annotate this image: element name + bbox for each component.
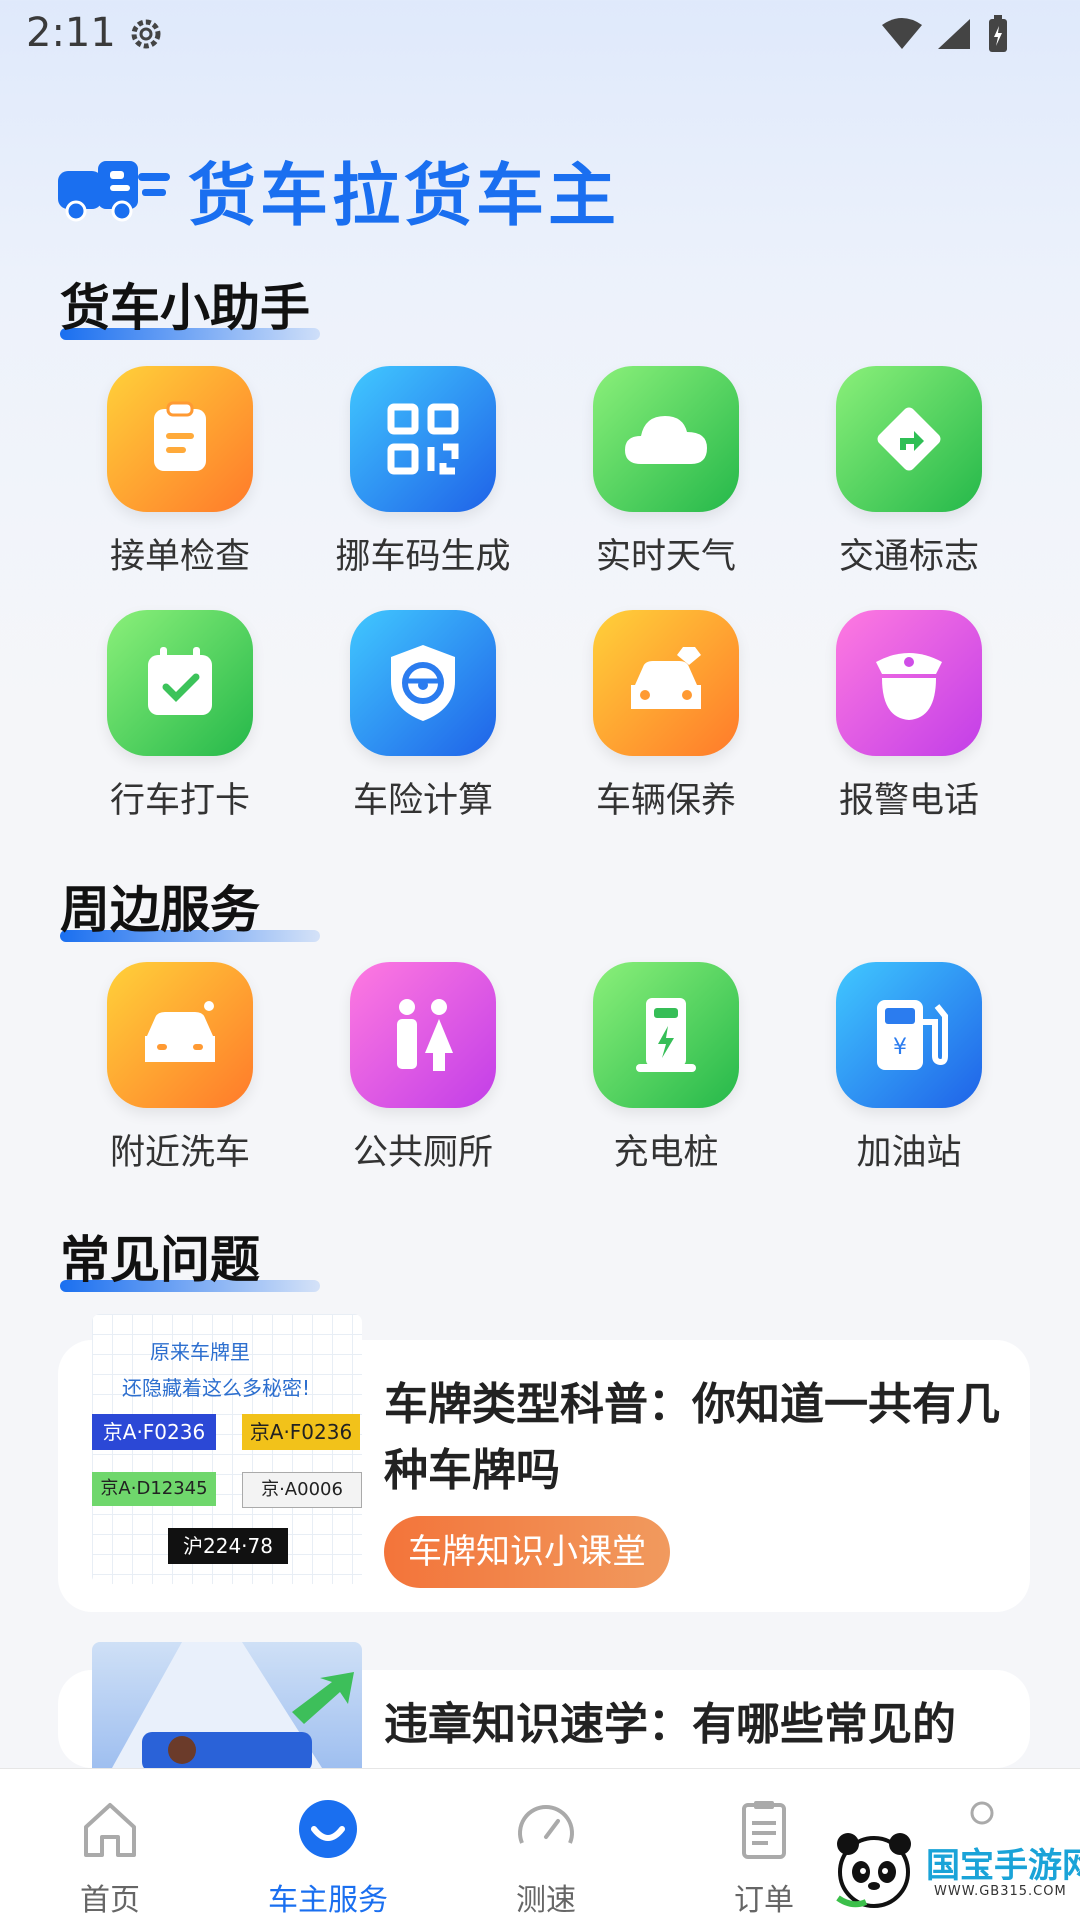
panda-logo-icon <box>836 1833 911 1908</box>
car-wash-icon <box>107 962 253 1108</box>
nearby-item-gas[interactable]: ¥ 加油站 <box>809 962 1009 1175</box>
car-care-icon <box>593 610 739 756</box>
clipboard-icon <box>107 366 253 512</box>
section-title-nearby: 周边服务 <box>60 870 320 942</box>
shield-steering-icon <box>350 610 496 756</box>
truck-logo-icon <box>58 160 170 221</box>
helper-item-order-check[interactable]: 接单检查 <box>80 366 280 579</box>
faq-card-title: 违章知识速学：有哪些常见的 <box>384 1699 956 1750</box>
helper-item-insurance[interactable]: 车险计算 <box>323 610 523 823</box>
battery-icon <box>989 15 1007 52</box>
status-time: 2:11 <box>26 10 116 56</box>
calendar-check-icon <box>107 610 253 756</box>
tab-home[interactable]: 首页 <box>20 1769 200 1919</box>
nearby-item-restroom[interactable]: 公共厕所 <box>323 962 523 1175</box>
helper-item-police[interactable]: 报警电话 <box>809 610 1009 823</box>
section-title-helper: 货车小助手 <box>60 268 320 340</box>
helper-item-checkin[interactable]: 行车打卡 <box>80 610 280 823</box>
faq-card-title: 车牌类型科普：你知道一共有几种车牌吗 <box>384 1379 1000 1496</box>
home-icon <box>84 1803 136 1857</box>
status-bar: 2:11 <box>0 0 1080 70</box>
brand-header: 货车拉货车主 <box>58 140 620 239</box>
faq-card-violations[interactable]: 违章知识速学：有哪些常见的 <box>58 1642 1030 1768</box>
app-title: 货车拉货车主 <box>188 157 621 236</box>
speedometer-icon <box>518 1805 574 1844</box>
nearby-item-car-wash[interactable]: 附近洗车 <box>80 962 280 1175</box>
faq-card-image-road <box>92 1642 362 1768</box>
helper-item-traffic-sign[interactable]: 交通标志 <box>809 366 1009 579</box>
svg-text:¥: ¥ <box>893 1035 907 1060</box>
cloud-icon <box>593 366 739 512</box>
qr-code-icon <box>350 366 496 512</box>
smile-icon <box>299 1800 357 1858</box>
order-icon <box>742 1801 786 1859</box>
faq-card-image: 原来车牌里 还隐藏着这么多秘密! 京A·F0236 京A·F0236 京A·D1… <box>92 1314 362 1584</box>
charging-station-icon <box>593 962 739 1108</box>
gas-station-icon: ¥ <box>836 962 982 1108</box>
site-watermark: 国宝手游网 WWW.GB315.COM <box>830 1826 1080 1920</box>
tab-owner-service[interactable]: 车主服务 <box>238 1769 418 1919</box>
helper-item-weather[interactable]: 实时天气 <box>566 366 766 579</box>
wifi-icon <box>882 18 922 49</box>
police-icon <box>836 610 982 756</box>
tab-speed[interactable]: 测速 <box>456 1769 636 1919</box>
restroom-icon <box>350 962 496 1108</box>
watermark-name: 国宝手游网 <box>926 1846 1080 1886</box>
helper-item-maintenance[interactable]: 车辆保养 <box>566 610 766 823</box>
signal-icon <box>938 19 970 49</box>
tab-orders[interactable]: 订单 <box>674 1769 854 1919</box>
nearby-item-charging[interactable]: 充电桩 <box>566 962 766 1175</box>
profile-dot-icon[interactable] <box>968 1799 996 1827</box>
turn-sign-icon <box>836 366 982 512</box>
gear-icon <box>131 19 161 49</box>
helper-item-qr-code[interactable]: 挪车码生成 <box>323 366 523 579</box>
watermark-url: WWW.GB315.COM <box>934 1884 1067 1899</box>
faq-card-plates[interactable]: 原来车牌里 还隐藏着这么多秘密! 京A·F0236 京A·F0236 京A·D1… <box>58 1314 1030 1612</box>
faq-card-tag[interactable]: 车牌知识小课堂 <box>384 1516 670 1588</box>
section-title-faq: 常见问题 <box>60 1220 320 1292</box>
